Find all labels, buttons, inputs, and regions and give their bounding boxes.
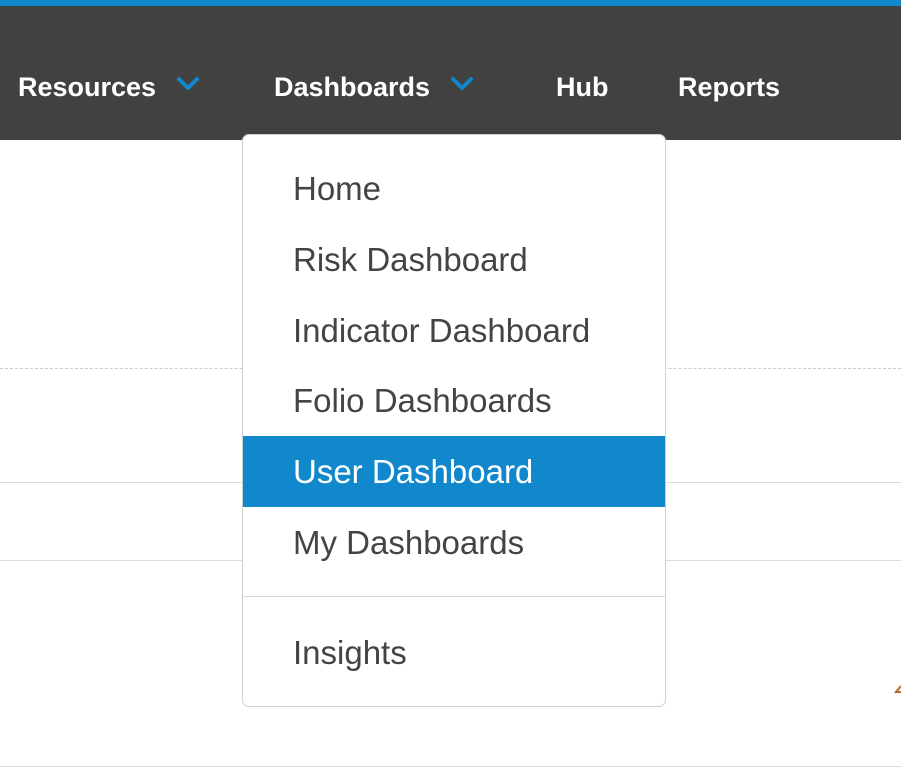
content-divider [0, 766, 901, 767]
menu-item-user-dashboard[interactable]: User Dashboard [243, 436, 665, 507]
chevron-down-icon [177, 77, 200, 90]
menu-item-risk-dashboard[interactable]: Risk Dashboard [243, 224, 665, 295]
partial-glyph-icon [893, 685, 901, 693]
menu-item-insights[interactable]: Insights [243, 617, 665, 688]
nav-item-resources-label: Resources [18, 71, 157, 102]
nav-item-dashboards[interactable]: Dashboards [274, 6, 474, 140]
nav-item-reports[interactable]: Reports [678, 6, 780, 140]
menu-divider [243, 596, 665, 597]
nav-item-hub[interactable]: Hub [556, 6, 608, 140]
menu-item-home[interactable]: Home [243, 153, 665, 224]
nav-item-resources[interactable]: Resources [18, 6, 200, 140]
nav-item-reports-label: Reports [678, 71, 781, 102]
nav-item-hub-label: Hub [556, 71, 609, 102]
menu-item-my-dashboards[interactable]: My Dashboards [243, 507, 665, 578]
menu-item-indicator-dashboard[interactable]: Indicator Dashboard [243, 295, 665, 366]
nav-item-dashboards-label: Dashboards [274, 71, 431, 102]
dashboards-dropdown-menu: Home Risk Dashboard Indicator Dashboard … [242, 134, 666, 707]
top-navbar: Resources Dashboards Hub Reports [0, 6, 901, 140]
chevron-down-icon [451, 77, 474, 90]
menu-item-folio-dashboards[interactable]: Folio Dashboards [243, 365, 665, 436]
